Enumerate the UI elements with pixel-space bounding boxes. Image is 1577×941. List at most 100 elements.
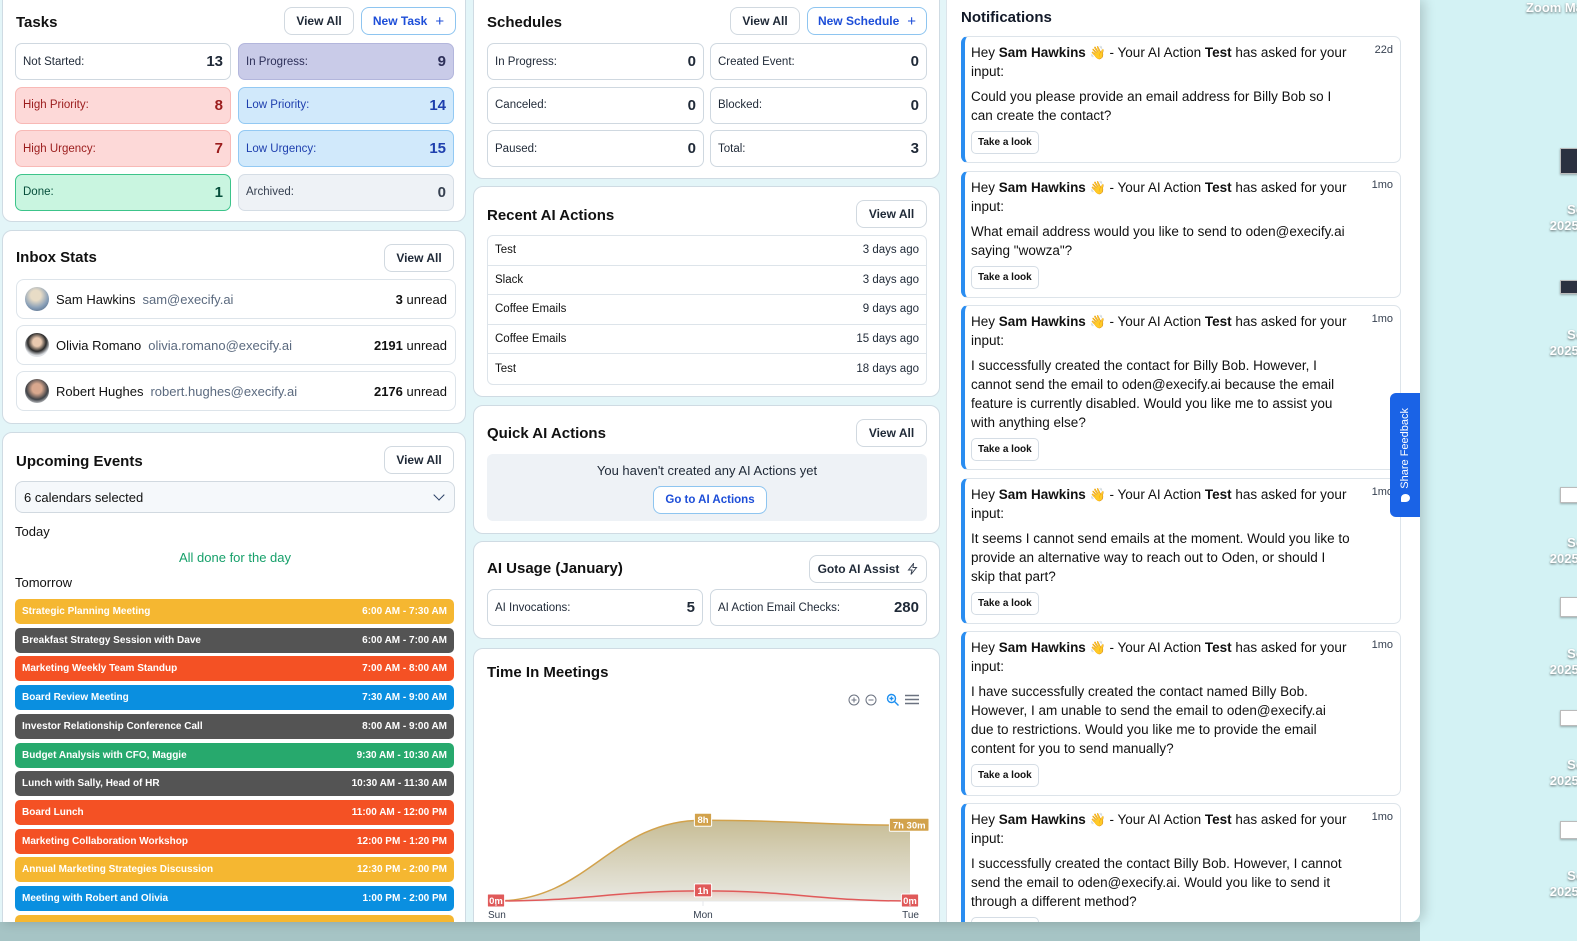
unread-count: 2191 unread bbox=[373, 337, 447, 353]
notification-time: 1mo bbox=[1371, 313, 1393, 325]
waving-hand-icon: 👋 bbox=[1089, 812, 1106, 827]
task-stat-high-urgency[interactable]: High Urgency: 7 bbox=[15, 130, 231, 167]
notification-item: Hey Sam Hawkins 👋 - Your AI Action Test … bbox=[961, 171, 1401, 298]
event-item[interactable]: Board Review Meeting 7:30 AM - 9:00 AM bbox=[15, 685, 454, 711]
schedule-stat-total[interactable]: Total: 3 bbox=[710, 130, 927, 167]
share-feedback-button[interactable]: Share Feedback bbox=[1390, 393, 1420, 517]
schedule-stat-in-progress[interactable]: In Progress: 0 bbox=[487, 43, 704, 80]
desktop-file-label[interactable]: Sc2025- bbox=[1550, 327, 1577, 359]
greeting-text: Hey bbox=[971, 45, 996, 60]
task-stat-done[interactable]: Done: 1 bbox=[15, 173, 231, 211]
take-a-look-button[interactable]: Take a look bbox=[971, 438, 1039, 461]
inbox-row[interactable]: Sam Hawkins sam@execify.ai 3 unread bbox=[16, 279, 456, 319]
event-item[interactable]: Marketing Collaboration Workshop 12:00 PM… bbox=[15, 828, 454, 854]
recent-ai-action-row[interactable]: Test 3 days ago bbox=[488, 236, 926, 266]
events-view-all-button[interactable]: View All bbox=[384, 446, 454, 474]
ai-invocations-stat: AI Invocations: 5 bbox=[487, 589, 703, 626]
desktop-file-icon[interactable] bbox=[1560, 597, 1577, 617]
event-item[interactable]: Lunch with Sally, Head of HR 10:30 AM - 1… bbox=[15, 771, 454, 797]
take-a-look-button[interactable]: Take a look bbox=[971, 917, 1039, 922]
desktop-file-icon[interactable] bbox=[1560, 487, 1577, 503]
chevron-down-icon bbox=[433, 489, 445, 501]
tasks-view-all-button[interactable]: View All bbox=[284, 7, 354, 35]
notification-text: - Your AI Action bbox=[1105, 812, 1205, 827]
event-item[interactable]: Budget Analysis with CFO, Maggie 9:30 AM … bbox=[15, 742, 454, 768]
task-stat-high-priority[interactable]: High Priority: 8 bbox=[15, 86, 231, 124]
upcoming-events-title: Upcoming Events bbox=[16, 453, 143, 470]
unread-count: 2176 unread bbox=[373, 383, 447, 399]
event-item[interactable] bbox=[15, 914, 454, 922]
schedules-card: Schedules View All New Schedule + In Pro… bbox=[473, 0, 940, 179]
desktop-folder-label[interactable]: Zoom Ma bbox=[1526, 0, 1577, 16]
event-item[interactable]: Board Lunch 11:00 AM - 12:00 PM bbox=[15, 799, 454, 825]
event-item[interactable]: Breakfast Strategy Session with Dave 6:00… bbox=[15, 627, 454, 653]
go-to-ai-actions-button[interactable]: Go to AI Actions bbox=[653, 486, 767, 514]
desktop-file-icon[interactable] bbox=[1560, 148, 1577, 174]
notification-header: Hey Sam Hawkins 👋 - Your AI Action Test … bbox=[971, 485, 1350, 523]
recent-ai-action-row[interactable]: Slack 3 days ago bbox=[488, 266, 926, 296]
schedule-stat-paused[interactable]: Paused: 0 bbox=[487, 130, 704, 167]
desktop-file-icon[interactable] bbox=[1560, 821, 1577, 839]
task-stat-in-progress[interactable]: In Progress: 9 bbox=[238, 43, 454, 80]
stat-value: 3 bbox=[910, 140, 919, 157]
take-a-look-button[interactable]: Take a look bbox=[971, 592, 1039, 615]
schedule-stat-created-event[interactable]: Created Event: 0 bbox=[710, 43, 927, 80]
event-title: Budget Analysis with CFO, Maggie bbox=[22, 749, 187, 761]
quick-ai-view-all-button[interactable]: View All bbox=[856, 419, 927, 447]
inbox-row[interactable]: Olivia Romano olivia.romano@execify.ai 2… bbox=[16, 325, 456, 365]
inbox-row[interactable]: Robert Hughes robert.hughes@execify.ai 2… bbox=[16, 371, 456, 411]
new-schedule-button[interactable]: New Schedule + bbox=[807, 7, 927, 35]
event-item[interactable]: Meeting with Robert and Olivia 1:00 PM - … bbox=[15, 886, 454, 911]
task-stat-archived[interactable]: Archived: 0 bbox=[238, 173, 454, 211]
recent-ai-action-row[interactable]: Test 18 days ago bbox=[488, 354, 926, 384]
user-name: Sam Hawkins bbox=[998, 640, 1086, 655]
event-title: Annual Marketing Strategies Discussion bbox=[22, 864, 214, 876]
recent-ai-view-all-button[interactable]: View All bbox=[856, 200, 927, 228]
recent-ai-action-row[interactable]: Coffee Emails 9 days ago bbox=[488, 295, 926, 325]
event-time: 12:00 PM - 1:20 PM bbox=[356, 835, 447, 847]
task-stat-low-priority[interactable]: Low Priority: 14 bbox=[238, 86, 454, 124]
schedule-stat-blocked[interactable]: Blocked: 0 bbox=[710, 86, 927, 124]
event-item[interactable]: Strategic Planning Meeting 6:00 AM - 7:30… bbox=[15, 599, 454, 624]
desktop-file-label[interactable]: Sc2025- bbox=[1550, 868, 1577, 900]
task-stat-low-urgency[interactable]: Low Urgency: 15 bbox=[238, 130, 454, 167]
schedules-view-all-button[interactable]: View All bbox=[730, 7, 800, 35]
greeting-text: Hey bbox=[971, 812, 996, 827]
take-a-look-button[interactable]: Take a look bbox=[971, 131, 1039, 154]
stat-value: 5 bbox=[686, 599, 695, 616]
schedule-stat-canceled[interactable]: Canceled: 0 bbox=[487, 86, 704, 124]
event-item[interactable]: Investor Relationship Conference Call 8:0… bbox=[15, 713, 454, 739]
stat-label: In Progress: bbox=[246, 55, 308, 68]
calendar-select[interactable]: 6 calendars selected bbox=[15, 481, 455, 513]
recent-ai-action-row[interactable]: Coffee Emails 15 days ago bbox=[488, 325, 926, 355]
take-a-look-button[interactable]: Take a look bbox=[971, 764, 1039, 787]
desktop-file-label[interactable]: Sc2025- bbox=[1550, 757, 1577, 789]
event-item[interactable]: Marketing Weekly Team Standup 7:00 AM - 8… bbox=[15, 656, 454, 682]
data-label: 1h bbox=[693, 883, 713, 898]
desktop-file-label[interactable]: Sc2025- bbox=[1550, 646, 1577, 678]
desktop-file-icon[interactable] bbox=[1560, 710, 1577, 726]
inbox-view-all-button[interactable]: View All bbox=[384, 244, 454, 272]
notification-header: Hey Sam Hawkins 👋 - Your AI Action Test … bbox=[971, 178, 1350, 216]
desktop-file-label[interactable]: Sc2025- bbox=[1550, 535, 1577, 567]
take-a-look-button[interactable]: Take a look bbox=[971, 266, 1039, 289]
tasks-card: Tasks View All New Task + Not Started: 13… bbox=[2, 0, 466, 222]
ai-action-name: Coffee Emails bbox=[495, 303, 567, 316]
desktop-file-icon[interactable] bbox=[1560, 280, 1577, 294]
notification-item: Hey Sam Hawkins 👋 - Your AI Action Test … bbox=[961, 305, 1401, 470]
event-time: 6:00 AM - 7:00 AM bbox=[362, 634, 447, 646]
goto-ai-assist-button[interactable]: Goto AI Assist bbox=[809, 555, 927, 583]
event-title: Lunch with Sally, Head of HR bbox=[22, 778, 160, 790]
task-stat-not-started[interactable]: Not Started: 13 bbox=[15, 43, 231, 80]
ai-action-time: 15 days ago bbox=[856, 333, 919, 346]
waving-hand-icon: 👋 bbox=[1089, 640, 1106, 655]
stat-value: 14 bbox=[429, 96, 446, 114]
desktop-file-label[interactable]: Sc2025- bbox=[1550, 202, 1577, 234]
goto-ai-assist-label: Goto AI Assist bbox=[817, 562, 900, 576]
time-in-meetings-chart: 0m8h7h 30m0m1h0mSunMonTue bbox=[486, 812, 930, 921]
stat-label: Canceled: bbox=[495, 99, 547, 111]
stat-label: AI Action Email Checks: bbox=[718, 601, 841, 614]
event-item[interactable]: Annual Marketing Strategies Discussion 12… bbox=[15, 857, 454, 883]
new-task-button[interactable]: New Task + bbox=[361, 7, 456, 35]
inbox-stats-title: Inbox Stats bbox=[16, 249, 97, 266]
